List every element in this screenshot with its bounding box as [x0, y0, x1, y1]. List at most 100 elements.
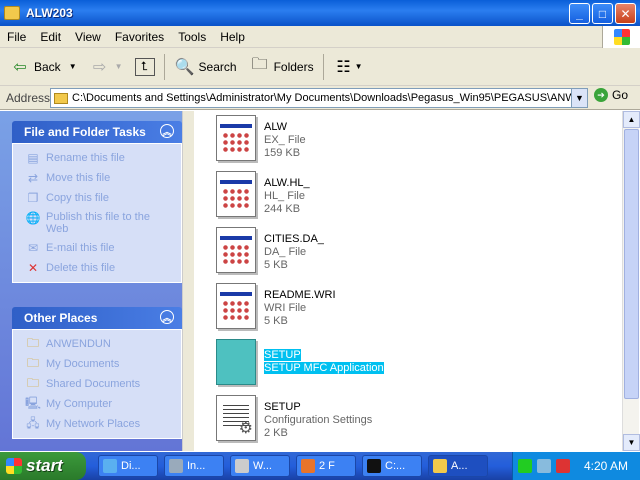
network-icon[interactable] [518, 459, 532, 473]
scroll-up-icon[interactable]: ▲ [623, 111, 640, 128]
task-rename[interactable]: ▤ Rename this file [25, 148, 181, 168]
menu-file[interactable]: File [0, 30, 33, 44]
collapse-chevron-icon[interactable]: ︽ [160, 310, 174, 324]
menu-edit[interactable]: Edit [33, 30, 68, 44]
setup-application-icon [216, 339, 256, 385]
network-icon: 🖧 [26, 415, 40, 430]
task-delete[interactable]: ✕ Delete this file [25, 258, 181, 278]
scroll-thumb[interactable] [624, 129, 639, 399]
task-label: C:... [385, 460, 406, 472]
globe-icon: 🌐 [25, 211, 41, 225]
file-item[interactable]: ALW.HL_ HL_ File 244 KB [216, 171, 310, 223]
up-folder-button[interactable]: ⮤ [132, 52, 158, 82]
place-label: ANWENDUN [46, 338, 111, 350]
ie-icon [103, 459, 117, 473]
firefox-icon [301, 459, 315, 473]
file-item[interactable]: CITIES.DA_ DA_ File 5 KB [216, 227, 324, 279]
place-my-computer[interactable]: 🖳 My Computer [25, 394, 181, 414]
task-move[interactable]: ⇄ Move this file [25, 168, 181, 188]
taskbar-item-4[interactable]: 2 F [296, 455, 356, 477]
menu-view[interactable]: View [68, 30, 108, 44]
file-type: HL_ File [264, 190, 305, 202]
folders-button[interactable]: 🗀 Folders [246, 52, 317, 82]
search-button[interactable]: 🔍 Search [171, 52, 240, 82]
place-label: My Documents [46, 358, 120, 370]
address-input[interactable]: C:\Documents and Settings\Administrator\… [50, 88, 588, 108]
start-button[interactable]: start [0, 452, 86, 480]
task-copy[interactable]: ❐ Copy this file [25, 188, 181, 208]
menu-favorites[interactable]: Favorites [108, 30, 171, 44]
file-item-selected[interactable]: SETUP SETUP MFC Application [216, 339, 384, 391]
taskbar-item-5[interactable]: C:... [362, 455, 422, 477]
task-label: W... [253, 460, 272, 472]
address-bar: Address C:\Documents and Settings\Admini… [0, 86, 640, 110]
go-label: Go [612, 88, 629, 102]
file-item[interactable]: ALW EX_ File 159 KB [216, 115, 306, 167]
move-icon: ⇄ [27, 171, 39, 185]
taskbar-item-3[interactable]: W... [230, 455, 290, 477]
task-publish[interactable]: 🌐 Publish this file to the Web [25, 208, 181, 238]
other-places-header[interactable]: Other Places ︽ [12, 307, 182, 329]
toolbar-separator [322, 53, 324, 80]
system-tray: 4:20 AM [512, 452, 640, 480]
monitor-icon[interactable] [537, 459, 551, 473]
toolbar-separator [163, 53, 165, 80]
minimize-button[interactable]: _ [569, 3, 590, 24]
title-bar[interactable]: ALW203 _ □ ✕ [0, 0, 640, 26]
folders-label: Folders [273, 59, 314, 74]
maximize-button[interactable]: □ [592, 3, 613, 24]
task-label: Rename this file [46, 152, 125, 164]
back-dropdown-icon[interactable]: ▼ [69, 62, 77, 71]
menu-help[interactable]: Help [213, 30, 252, 44]
file-type: Configuration Settings [264, 414, 373, 426]
toolbar: ⇦ Back ▼ ⇨ ▼ ⮤ 🔍 Search 🗀 Folders ☷ ▼ [0, 48, 640, 86]
taskbar-item-6[interactable]: A... [428, 455, 488, 477]
place-shared-documents[interactable]: 🗀 Shared Documents [25, 374, 181, 394]
clock: 4:20 AM [584, 459, 629, 473]
place-my-documents[interactable]: 🗀 My Documents [25, 354, 181, 374]
file-type: SETUP MFC Application [264, 362, 384, 374]
file-tasks-header[interactable]: File and Folder Tasks ︽ [12, 121, 182, 143]
go-button[interactable]: ➔ Go [594, 88, 628, 102]
file-item[interactable]: ⚙ SETUP Configuration Settings 2 KB [216, 395, 372, 447]
folders-icon: 🗀 [251, 56, 268, 73]
menu-tools[interactable]: Tools [171, 30, 213, 44]
task-pane: File and Folder Tasks ︽ ▤ Rename this fil… [0, 111, 194, 451]
taskbar-item-1[interactable]: Di... [98, 455, 158, 477]
file-icon [216, 283, 256, 329]
views-dropdown-icon[interactable]: ▼ [355, 62, 363, 71]
scroll-down-icon[interactable]: ▼ [623, 434, 640, 451]
file-icon [216, 227, 256, 273]
taskbar-item-2[interactable]: In... [164, 455, 224, 477]
search-icon: 🔍 [174, 58, 195, 76]
security-shield-icon[interactable] [556, 459, 570, 473]
address-dropdown-icon[interactable]: ▼ [571, 89, 587, 107]
file-list-scrollbar[interactable]: ▲ ▼ [622, 111, 640, 451]
search-label: Search [198, 59, 237, 74]
windows-flag-icon [6, 458, 22, 474]
task-pane-scrollbar[interactable] [182, 111, 194, 451]
file-item[interactable]: README.WRI WRI File 5 KB [216, 283, 336, 335]
collapse-chevron-icon[interactable]: ︽ [160, 124, 174, 138]
views-button[interactable]: ☷ ▼ [330, 52, 366, 82]
file-size: 159 KB [264, 147, 301, 159]
place-label: My Network Places [46, 418, 141, 430]
file-size: 244 KB [264, 203, 301, 215]
file-list: ALW EX_ File 159 KB ALW.HL_ HL_ File 244 KB … [198, 111, 622, 451]
place-anwendun[interactable]: 🗀 ANWENDUN [25, 334, 181, 354]
configuration-file-icon: ⚙ [216, 395, 256, 441]
file-type: EX_ File [264, 134, 306, 146]
task-label: Move this file [46, 172, 111, 184]
task-label: 2 F [319, 460, 335, 472]
file-name: SETUP [264, 349, 301, 361]
back-button[interactable]: ⇦ Back ▼ [6, 52, 80, 82]
close-button[interactable]: ✕ [615, 3, 636, 24]
install-icon [169, 459, 183, 473]
file-name: ALW.HL_ [264, 177, 310, 189]
task-email[interactable]: ✉ E-mail this file [25, 238, 181, 258]
file-icon [216, 115, 256, 161]
forward-dropdown-icon[interactable]: ▼ [115, 62, 123, 71]
place-my-network[interactable]: 🖧 My Network Places [25, 414, 181, 434]
file-tasks-panel: File and Folder Tasks ︽ ▤ Rename this fil… [12, 121, 182, 283]
forward-button[interactable]: ⇨ ▼ [86, 52, 126, 82]
